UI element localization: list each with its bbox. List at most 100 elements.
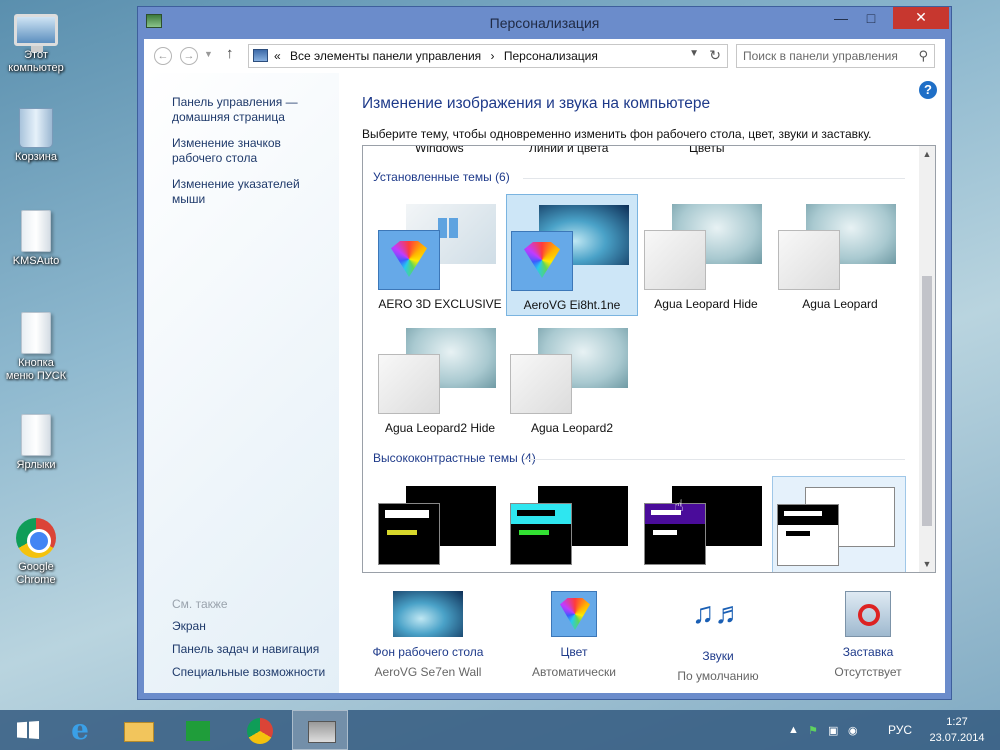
cut-theme-label: Цветы: [689, 145, 725, 155]
breadcrumb-separator[interactable]: ›: [491, 49, 495, 63]
volume-icon[interactable]: ◉: [848, 724, 858, 737]
theme-high-contrast-white[interactable]: [772, 476, 906, 572]
setting-label: Заставка: [842, 645, 894, 659]
sidebar: Панель управления — домашняя страница Из…: [144, 73, 339, 693]
start-button[interactable]: [0, 710, 56, 750]
cut-theme-label: Windows: [415, 145, 464, 155]
desktop-icon-label: Этот компьютер: [8, 49, 64, 74]
desktop-icon-shortcuts[interactable]: Ярлыки: [4, 414, 68, 472]
folder-icon: [21, 312, 51, 354]
cut-theme-label: Линии и цвета: [529, 145, 609, 155]
close-button[interactable]: ✕: [893, 7, 949, 29]
search-input[interactable]: [743, 46, 913, 66]
breadcrumb-personalization[interactable]: Персонализация: [504, 49, 598, 63]
personalization-window: Персонализация — □ ✕ ← → ▼ ↑ « Все элеме…: [137, 6, 952, 700]
forward-arrow-icon[interactable]: →: [180, 47, 198, 65]
desktop-background-setting[interactable]: Фон рабочего стола AeroVG Se7en Wall: [358, 591, 498, 679]
address-bar[interactable]: « Все элементы панели управления › Персо…: [248, 44, 728, 68]
theme-agua-leopard-hide[interactable]: Agua Leopard Hide: [640, 194, 772, 316]
theme-agua-leopard[interactable]: Agua Leopard: [774, 194, 906, 316]
breadcrumb-overflow[interactable]: «: [274, 49, 281, 63]
group-divider: [523, 459, 905, 460]
color-setting[interactable]: Цвет Автоматически: [504, 591, 644, 679]
theme-name: AeroVG Ei8ht.1ne: [523, 298, 621, 312]
language-indicator[interactable]: РУС: [888, 723, 912, 737]
chrome-icon[interactable]: [232, 710, 288, 750]
theme-color-preview: [778, 230, 840, 290]
sidebar-link-home[interactable]: Панель управления — домашняя страница: [172, 95, 332, 125]
sounds-setting[interactable]: ♫♬ Звуки По умолчанию: [648, 591, 788, 683]
desktop-icon-recycle-bin[interactable]: Корзина: [4, 108, 68, 164]
setting-value: AeroVG Se7en Wall: [374, 665, 482, 679]
see-also-link-accessibility[interactable]: Специальные возможности: [172, 665, 337, 680]
theme-settings-bar: Фон рабочего стола AeroVG Se7en Wall Цве…: [362, 591, 936, 687]
control-panel-taskbar-button[interactable]: [292, 710, 348, 750]
desktop-icon-this-pc[interactable]: Этот компьютер: [4, 8, 68, 75]
desktop-icon-start-button[interactable]: Кнопка меню ПУСК: [4, 312, 68, 383]
up-arrow-icon[interactable]: ↑: [226, 45, 234, 62]
desktop-icon-label: KMSAuto: [12, 255, 60, 267]
internet-explorer-icon[interactable]: e: [52, 710, 108, 750]
wallpaper-icon: [393, 591, 463, 637]
theme-high-contrast-2[interactable]: [506, 476, 638, 572]
theme-color-preview: [777, 504, 839, 566]
title-bar[interactable]: Персонализация — □ ✕: [138, 7, 951, 39]
scroll-up-icon[interactable]: ▲: [919, 146, 935, 162]
scroll-down-icon[interactable]: ▼: [919, 556, 935, 572]
system-tray: ▲ ⚑ ▣ ◉ РУС 1:27 23.07.2014: [780, 710, 1000, 750]
desktop-icon-kmsauto[interactable]: KMSAuto: [4, 210, 68, 268]
flag-icon[interactable]: ⚑: [808, 724, 818, 737]
store-icon[interactable]: [170, 710, 226, 750]
theme-high-contrast-1[interactable]: [374, 476, 506, 572]
sidebar-links: Панель управления — домашняя страница Из…: [172, 95, 332, 218]
themes-list: Windows Линии и цвета Цветы Установленны…: [362, 145, 936, 573]
minimize-button[interactable]: —: [826, 7, 856, 31]
theme-aero-3d-exclusive[interactable]: AERO 3D EXCLUSIVE: [374, 194, 506, 316]
screensaver-setting[interactable]: Заставка Отсутствует: [798, 591, 938, 679]
network-icon[interactable]: ▣: [828, 724, 838, 737]
show-hidden-icons-icon[interactable]: ▲: [788, 724, 799, 736]
clock-date: 23.07.2014: [929, 732, 985, 744]
setting-value: Автоматически: [532, 665, 616, 679]
theme-agua-leopard2-hide[interactable]: Agua Leopard2 Hide: [374, 318, 506, 440]
theme-name: Agua Leopard2: [530, 421, 614, 435]
sidebar-link-desktop-icons[interactable]: Изменение значков рабочего стола: [172, 136, 332, 166]
color-palette-icon: [378, 230, 440, 290]
theme-name: Agua Leopard: [802, 297, 878, 311]
recent-dropdown-icon[interactable]: ▼: [204, 49, 213, 59]
screensaver-icon: [845, 591, 891, 637]
clock-time: 1:27: [946, 716, 968, 728]
control-panel-icon: [253, 49, 268, 62]
back-arrow-icon[interactable]: ←: [154, 47, 172, 65]
theme-color-preview: [644, 230, 706, 290]
setting-value: Отсутствует: [834, 665, 902, 679]
theme-color-preview: [510, 503, 572, 565]
page-description: Выберите тему, чтобы одновременно измени…: [362, 127, 872, 141]
themes-scrollbar[interactable]: ▲ ▼: [919, 146, 935, 572]
folder-icon: [21, 414, 51, 456]
desktop-icon-label: Корзина: [15, 151, 57, 163]
setting-label: Звуки: [702, 649, 734, 663]
address-dropdown-icon[interactable]: ▼: [689, 48, 699, 59]
breadcrumb-all-items[interactable]: Все элементы панели управления: [290, 49, 481, 63]
sidebar-link-mouse-pointers[interactable]: Изменение указателей мыши: [172, 177, 332, 207]
theme-high-contrast-black[interactable]: ☝: [640, 476, 772, 572]
file-explorer-icon[interactable]: [110, 710, 166, 750]
see-also-link-taskbar[interactable]: Панель задач и навигация: [172, 642, 337, 657]
maximize-button[interactable]: □: [856, 7, 886, 31]
see-also-section: См. также Экран Панель задач и навигация…: [172, 597, 337, 688]
scrollbar-thumb[interactable]: [922, 276, 932, 526]
theme-name: Agua Leopard Hide: [654, 297, 758, 311]
search-box[interactable]: ⚲: [736, 44, 935, 68]
theme-agua-leopard2[interactable]: Agua Leopard2: [506, 318, 638, 440]
desktop-icon-label: Кнопка меню ПУСК: [5, 357, 67, 382]
clock[interactable]: 1:27 23.07.2014: [922, 714, 992, 746]
search-icon[interactable]: ⚲: [918, 48, 928, 64]
setting-value: По умолчанию: [677, 669, 759, 683]
recycle-bin-icon: [19, 108, 53, 148]
theme-aerovg-ei8ht[interactable]: AeroVG Ei8ht.1ne: [506, 194, 638, 316]
refresh-icon[interactable]: ↻: [709, 47, 721, 64]
theme-color-preview: [378, 503, 440, 565]
see-also-link-display[interactable]: Экран: [172, 619, 337, 634]
desktop-icon-chrome[interactable]: Google Chrome: [4, 518, 68, 587]
